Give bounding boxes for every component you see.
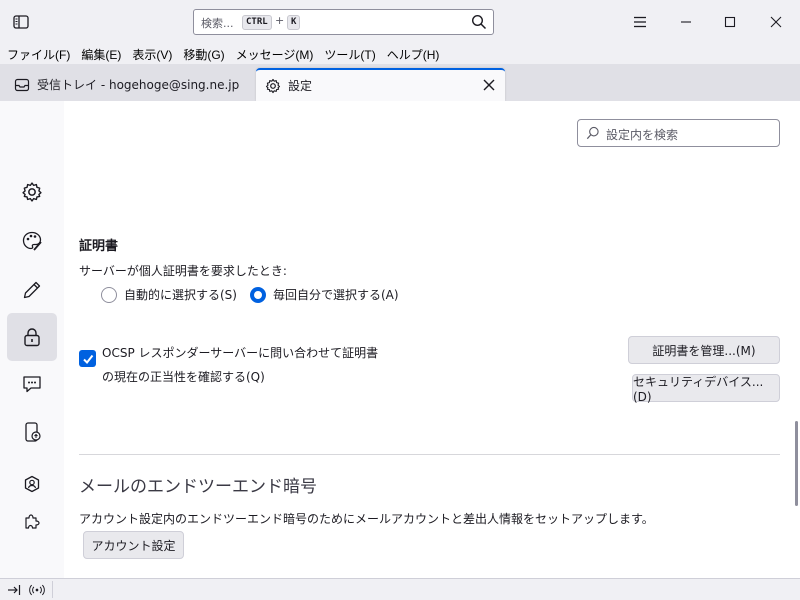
account-icon (24, 475, 40, 493)
settings-content: 設定内を検索 証明書 サーバーが個人証明書を要求したとき: 自動的に選択する(S… (64, 101, 800, 578)
spaces-toolbar-toggle[interactable] (10, 12, 32, 32)
shortcut-key-k: K (287, 15, 301, 30)
app-menu-button[interactable] (629, 11, 651, 33)
menu-file[interactable]: ファイル(F) (7, 46, 70, 63)
pencil-icon (23, 281, 41, 299)
radio-ask-label: 毎回自分で選択する(A) (273, 288, 399, 302)
tab-inbox[interactable]: 受信トレイ - hogehoge@sing.ne.jp (6, 68, 251, 101)
certificate-request-label: サーバーが個人証明書を要求したとき: (79, 264, 287, 278)
tab-strip: 受信トレイ - hogehoge@sing.ne.jp 設定 (0, 64, 800, 101)
menu-message[interactable]: メッセージ(M) (236, 46, 314, 63)
menu-bar: ファイル(F) 編集(E) 表示(V) 移動(G) メッセージ(M) ツール(T… (0, 44, 800, 64)
certificates-heading: 証明書 (79, 239, 119, 254)
shortcut-plus: + (275, 14, 285, 27)
title-bar: 検索... CTRL + K (0, 0, 800, 44)
puzzle-icon (25, 514, 40, 529)
settings-search-input[interactable]: 設定内を検索 (577, 119, 780, 147)
ocsp-label: OCSP レスポンダーサーバーに問い合わせて証明書の現在の正当性を確認する(Q) (102, 346, 379, 384)
manage-certificates-button[interactable]: 証明書を管理...(M) (628, 336, 780, 364)
lock-icon (24, 328, 40, 347)
category-chat[interactable] (7, 360, 57, 408)
sync-device-icon (25, 422, 41, 442)
collapse-sidebar-icon[interactable] (6, 582, 22, 598)
close-icon (770, 16, 782, 28)
category-composition[interactable] (7, 217, 57, 265)
palette-icon (22, 231, 42, 251)
section-divider (79, 454, 780, 455)
radio-button[interactable] (101, 286, 117, 303)
maximize-button[interactable] (719, 11, 741, 33)
menu-view[interactable]: 表示(V) (132, 46, 172, 63)
settings-category-sidebar (0, 101, 64, 578)
search-icon (586, 126, 599, 140)
sidebar-toggle-icon (13, 15, 29, 29)
tab-label: 受信トレイ - hogehoge@sing.ne.jp (37, 78, 240, 92)
online-status-icon[interactable] (29, 582, 45, 598)
chat-icon (23, 376, 41, 393)
tab-label: 設定 (288, 79, 313, 93)
ocsp-checkbox[interactable] (79, 350, 96, 367)
menu-edit[interactable]: 編集(E) (81, 46, 121, 63)
menu-go[interactable]: 移動(G) (183, 46, 224, 63)
radio-auto-select[interactable]: 自動的に選択する(S) (101, 286, 237, 303)
e2e-encryption-description: アカウント設定内のエンドツーエンド暗号のためにメールアカウントと差出人情報をセッ… (79, 512, 654, 526)
scrollbar-thumb[interactable] (795, 421, 798, 506)
account-settings-button[interactable]: アカウント設定 (83, 531, 184, 559)
status-separator (52, 581, 53, 598)
checkmark-icon (82, 354, 93, 364)
settings-search-placeholder: 設定内を検索 (606, 128, 679, 142)
inbox-icon (14, 77, 30, 93)
security-devices-button[interactable]: セキュリティデバイス...(D) (632, 374, 780, 404)
minimize-icon (681, 21, 691, 23)
e2e-encryption-heading: メールのエンドツーエンド暗号 (79, 477, 317, 497)
shortcut-key-ctrl: CTRL (242, 15, 272, 30)
menu-help[interactable]: ヘルプ(H) (387, 46, 440, 63)
hamburger-icon (634, 16, 646, 28)
category-addons[interactable] (7, 498, 57, 546)
gear-icon (22, 182, 42, 202)
gear-icon (265, 78, 281, 94)
category-editing[interactable] (7, 266, 57, 314)
category-privacy-security[interactable] (7, 313, 57, 361)
radio-ask-every-time[interactable]: 毎回自分で選択する(A) (250, 286, 399, 303)
radio-auto-label: 自動的に選択する(S) (124, 288, 237, 302)
menu-tools[interactable]: ツール(T) (324, 46, 375, 63)
category-sync[interactable] (7, 408, 57, 456)
global-search-bar[interactable]: 検索... CTRL + K (193, 9, 494, 35)
search-icon[interactable] (471, 14, 487, 30)
tab-settings[interactable]: 設定 (256, 68, 505, 101)
close-tab-icon[interactable] (482, 78, 496, 92)
radio-button-checked[interactable] (250, 286, 266, 303)
search-placeholder: 検索... (201, 17, 234, 30)
maximize-icon (724, 16, 736, 28)
category-general[interactable] (7, 168, 57, 216)
minimize-button[interactable] (675, 11, 697, 33)
status-bar (0, 578, 800, 600)
close-window-button[interactable] (765, 11, 787, 33)
